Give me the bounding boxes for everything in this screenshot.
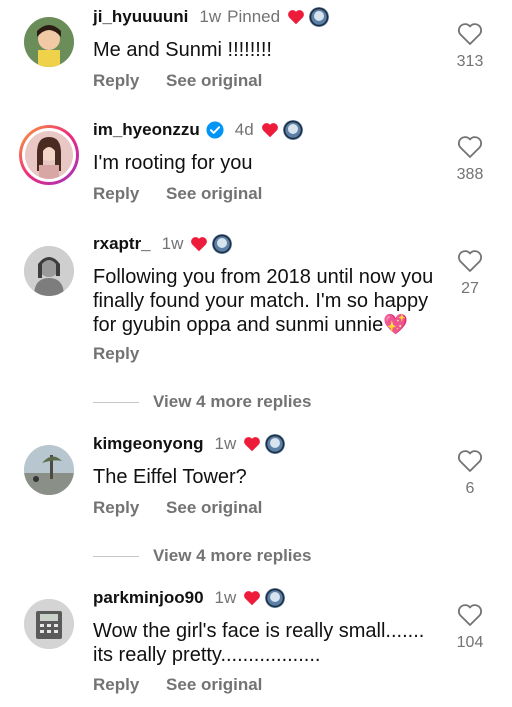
creator-heart-icon: [244, 437, 261, 452]
see-original-button[interactable]: See original: [166, 498, 262, 517]
like-count: 313: [456, 53, 484, 70]
creator-heart-icon: [244, 591, 261, 606]
creator-avatar-icon: [265, 588, 286, 608]
username[interactable]: parkminjoo90: [93, 588, 204, 608]
creator-heart-icon: [261, 123, 278, 138]
see-original-button[interactable]: See original: [166, 71, 262, 90]
see-original-button[interactable]: See original: [166, 184, 262, 203]
avatar[interactable]: [19, 125, 79, 185]
comment-text: Wow the girl's face is really small.....…: [93, 620, 425, 666]
view-more-replies-label[interactable]: View 4 more replies: [153, 546, 311, 566]
like-heart-icon[interactable]: [457, 249, 483, 273]
username[interactable]: kimgeonyong: [93, 434, 204, 454]
timestamp: 1w: [214, 434, 237, 453]
like-count: 388: [456, 166, 484, 183]
like-count: 6: [465, 480, 475, 497]
view-more-replies[interactable]: View 4 more replies: [93, 392, 311, 412]
like-heart-icon[interactable]: [457, 22, 483, 46]
like-count: 27: [461, 280, 479, 297]
creator-heart-icon: [191, 237, 208, 252]
view-more-replies-label[interactable]: View 4 more replies: [153, 392, 311, 412]
verified-badge-icon: [206, 121, 224, 139]
reply-button[interactable]: Reply: [93, 184, 139, 203]
creator-heart-icon: [288, 10, 304, 25]
reply-button[interactable]: Reply: [93, 71, 139, 90]
see-original-button[interactable]: See original: [166, 675, 262, 694]
like-heart-icon[interactable]: [457, 449, 483, 473]
username[interactable]: rxaptr_: [93, 234, 151, 254]
reply-button[interactable]: Reply: [93, 675, 139, 694]
avatar[interactable]: [24, 445, 74, 495]
avatar[interactable]: [24, 599, 74, 649]
like-count: 104: [456, 634, 484, 651]
comment-text: Me and Sunmi !!!!!!!!: [93, 39, 272, 61]
username[interactable]: ji_hyuuuuni: [93, 7, 188, 27]
avatar[interactable]: [24, 246, 74, 296]
divider-line: [93, 555, 139, 557]
like-heart-icon[interactable]: [457, 135, 483, 159]
comment-text: Following you from 2018 until now you fi…: [93, 266, 434, 336]
timestamp: 1w: [214, 588, 237, 607]
comment-text: The Eiffel Tower?: [93, 466, 247, 488]
comment-text: I'm rooting for you: [93, 152, 253, 174]
reply-button[interactable]: Reply: [93, 498, 139, 517]
pinned-label: Pinned: [227, 7, 281, 26]
creator-avatar-icon: [212, 234, 233, 254]
creator-avatar-icon: [309, 7, 330, 27]
reply-button[interactable]: Reply: [93, 344, 139, 363]
creator-avatar-icon: [265, 434, 286, 454]
view-more-replies[interactable]: View 4 more replies: [93, 546, 311, 566]
like-heart-icon[interactable]: [457, 603, 483, 627]
avatar[interactable]: [24, 17, 74, 67]
divider-line: [93, 401, 139, 403]
username[interactable]: im_hyeonzzu: [93, 120, 200, 140]
timestamp: 1w: [161, 234, 184, 253]
timestamp: 1w: [199, 7, 222, 26]
creator-avatar-icon: [282, 120, 303, 140]
timestamp: 4d: [234, 120, 254, 139]
